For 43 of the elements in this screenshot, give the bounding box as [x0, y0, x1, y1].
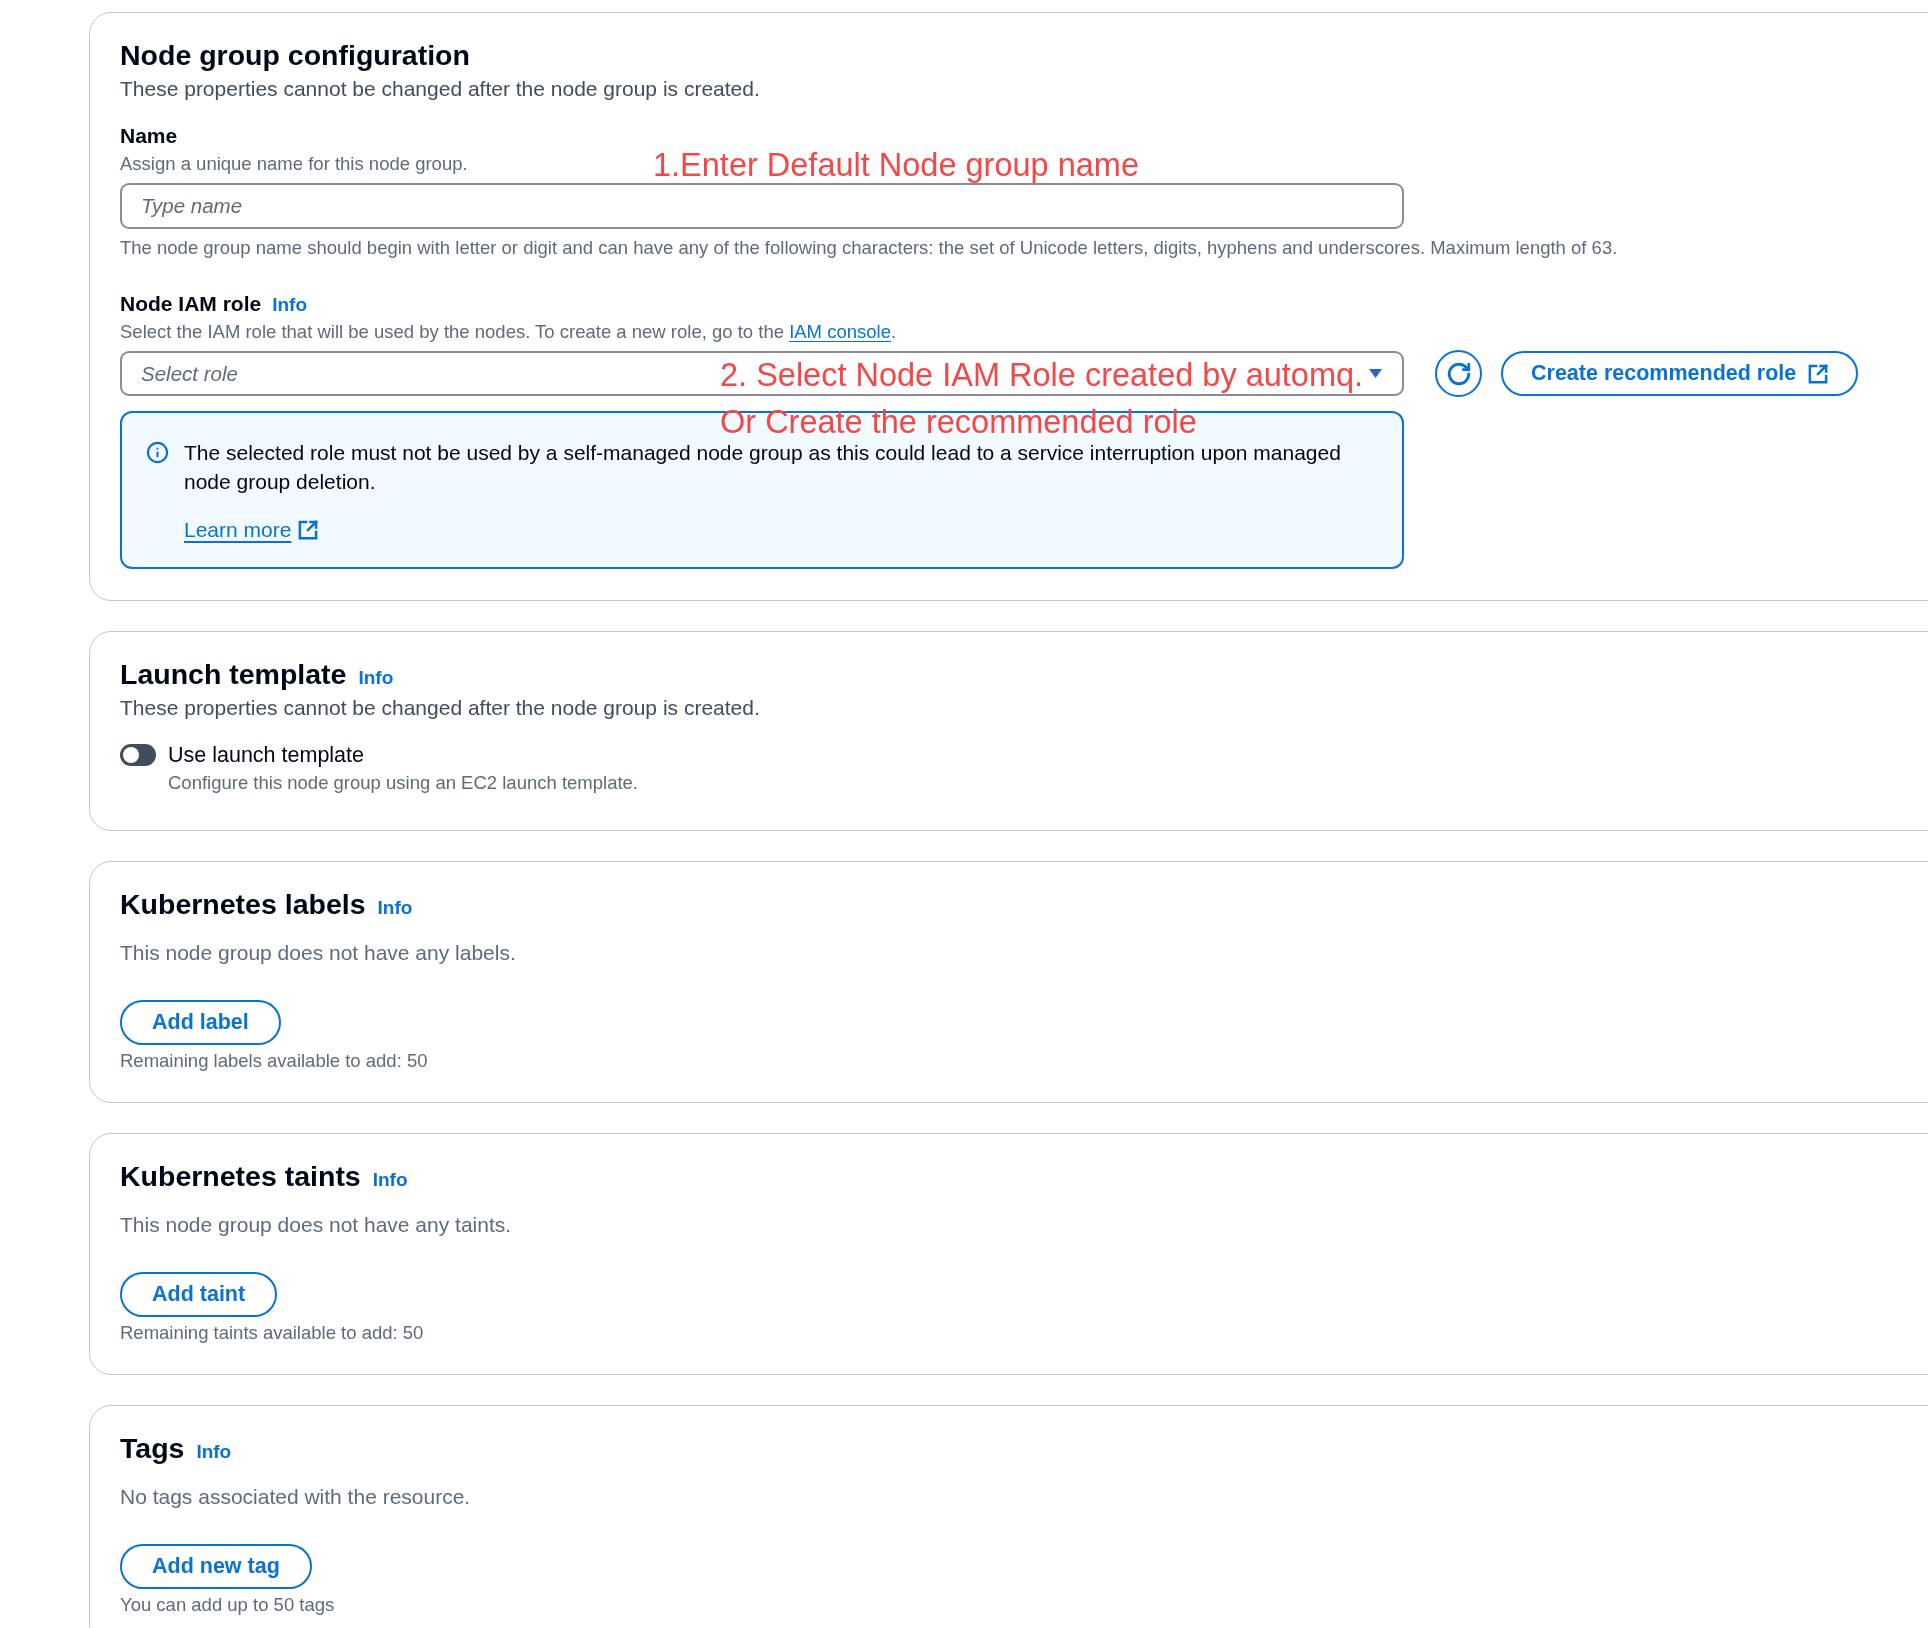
field-label: Name — [120, 124, 178, 148]
field-description: Select the IAM role that will be used by the nodes. To create a new role, go to the IAM console. — [120, 321, 897, 343]
toggle-switch[interactable] — [120, 744, 156, 766]
refresh-button[interactable] — [1435, 350, 1482, 397]
empty-state-text: This node group does not have any taints. — [120, 1212, 512, 1238]
name-input-field[interactable]: Type name — [120, 183, 1404, 229]
toggle-label: Use launch template — [168, 743, 364, 767]
field-description: Assign a unique name for this node group. — [120, 153, 468, 175]
section-title: Kubernetes taints — [120, 1159, 361, 1193]
annotation-text: 2. Select Node IAM Role created by automq. — [720, 358, 1364, 392]
external-link-icon — [1808, 363, 1829, 384]
empty-state-text: No tags associated with the resource. — [120, 1484, 471, 1510]
remaining-count-text: You can add up to 50 tags — [120, 1595, 335, 1615]
iam-console-link[interactable]: IAM console — [789, 321, 891, 342]
caret-icon — [1369, 369, 1382, 378]
info-link[interactable]: Info — [196, 1441, 232, 1463]
add-button[interactable]: Add taint — [120, 1272, 278, 1317]
info-link[interactable]: Info — [377, 897, 413, 919]
external-link-icon — [298, 520, 319, 540]
info-icon — [146, 441, 169, 464]
learn-more-link[interactable]: Learn more — [184, 516, 319, 544]
section-description: These properties cannot be changed after the node group is created. — [120, 76, 760, 102]
remaining-count-text: Remaining labels available to add: 50 — [120, 1051, 428, 1071]
field-label: Node IAM role — [120, 292, 262, 316]
toggle-description: Configure this node group using an EC2 launch template. — [168, 772, 638, 794]
add-button[interactable]: Add label — [120, 1000, 281, 1045]
section-title: Kubernetes labels — [120, 887, 366, 921]
alert-text: The selected role must not be used by a self-managed node group as this could lead to a service interruption upon managed node group deletion. — [184, 440, 1342, 495]
empty-state-text: This node group does not have any labels. — [120, 940, 516, 966]
section-title: Node group configuration — [120, 38, 470, 72]
section-title: Tags — [120, 1431, 185, 1465]
info-link[interactable]: Info — [358, 667, 394, 689]
info-link[interactable]: Info — [272, 294, 307, 316]
section-title: Launch template — [120, 657, 347, 691]
refresh-icon — [1445, 360, 1472, 387]
add-button[interactable]: Add new tag — [120, 1544, 312, 1589]
section-description: These properties cannot be changed after the node group is created. — [120, 695, 760, 721]
info-link[interactable]: Info — [372, 1169, 408, 1191]
remaining-count-text: Remaining taints available to add: 50 — [120, 1323, 424, 1343]
annotation-text: 1.Enter Default Node group name — [653, 148, 1139, 182]
field-constraint-text: The node group name should begin with letter or digit and can have any of the following characters: the set of Unicode letters, digits, hyphens and underscores. Maximum length of 63. — [120, 237, 1618, 259]
annotation-text: Or Create the recommended role — [720, 405, 1197, 439]
create-role-button[interactable]: Create recommended role — [1501, 351, 1859, 396]
